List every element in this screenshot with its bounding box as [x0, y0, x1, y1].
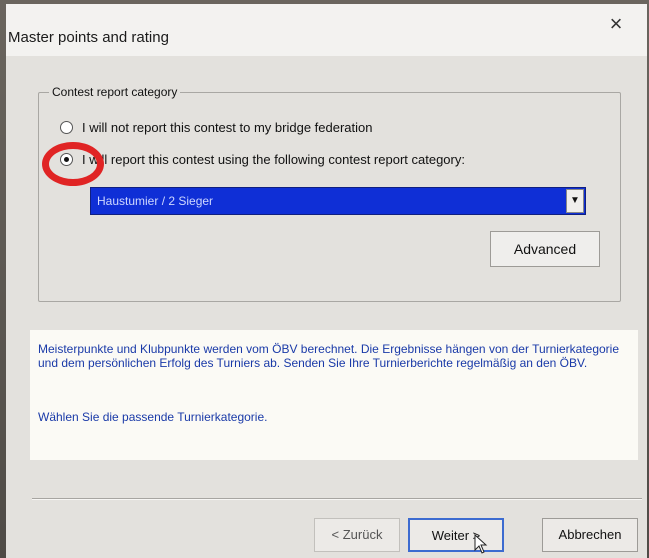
info-hint: Wählen Sie die passende Turnierkategorie… [38, 410, 268, 424]
title-bar: Master points and rating × [6, 4, 647, 56]
close-icon[interactable]: × [601, 12, 631, 38]
cancel-button[interactable]: Abbrechen [542, 518, 638, 552]
radio-report-category[interactable]: I will report this contest using the fol… [60, 152, 465, 167]
radio-button-checked-icon[interactable] [60, 153, 73, 166]
category-select[interactable]: Haustumier / 2 Sieger ▼ [90, 187, 586, 215]
advanced-button[interactable]: Advanced [490, 231, 600, 267]
button-separator [32, 498, 642, 500]
radio-no-report[interactable]: I will not report this contest to my bri… [60, 120, 372, 135]
info-panel: Meisterpunkte und Klubpunkte werden vom … [30, 330, 638, 460]
radio-report-category-label: I will report this contest using the fol… [82, 152, 465, 167]
groupbox-legend: Contest report category [49, 85, 181, 99]
radio-no-report-label: I will not report this contest to my bri… [82, 120, 373, 135]
back-button[interactable]: < Zurück [314, 518, 400, 552]
chevron-down-icon[interactable]: ▼ [566, 189, 584, 213]
category-select-value: Haustumier / 2 Sieger [97, 194, 214, 208]
info-paragraph: Meisterpunkte und Klubpunkte werden vom … [38, 342, 620, 370]
next-button[interactable]: Weiter > [408, 518, 504, 552]
master-points-dialog: Master points and rating × Contest repor… [6, 4, 647, 558]
window-title: Master points and rating [8, 29, 169, 46]
radio-button-icon[interactable] [60, 121, 73, 134]
